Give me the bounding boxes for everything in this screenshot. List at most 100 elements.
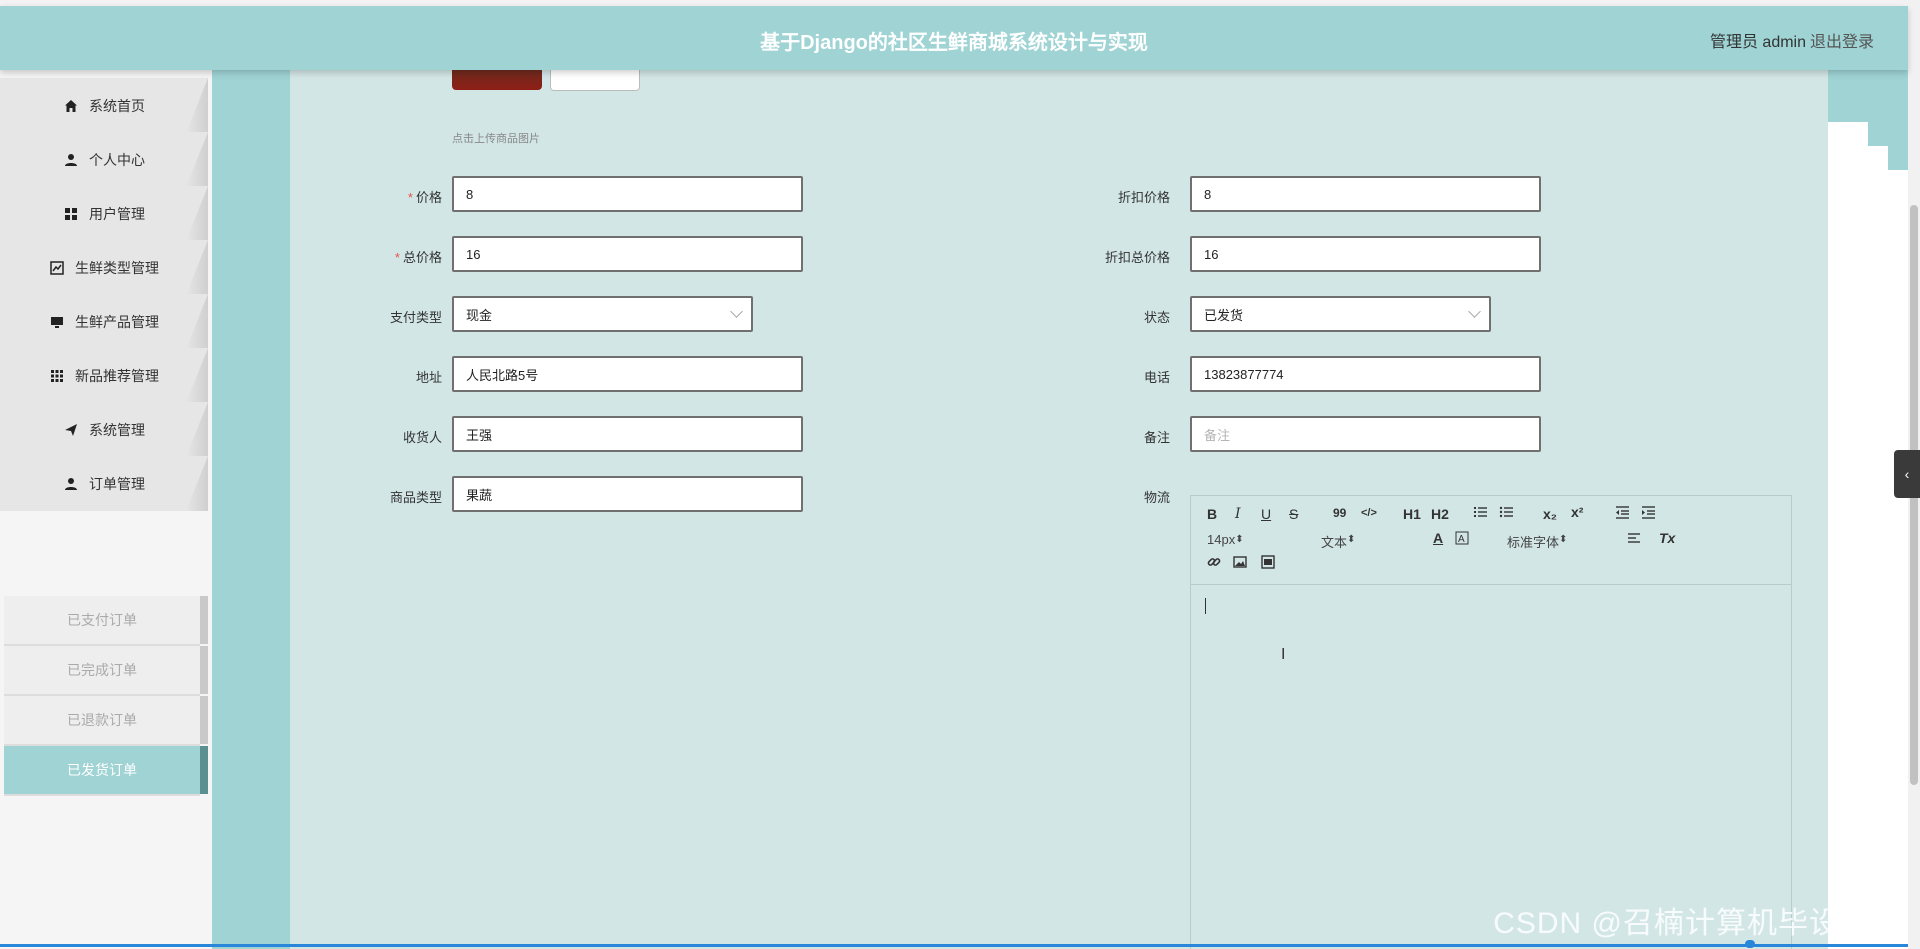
- product-image-thumbnail[interactable]: [452, 70, 542, 90]
- collapse-panel-button[interactable]: ‹: [1894, 450, 1920, 498]
- outdent-icon[interactable]: [1615, 505, 1629, 522]
- sidebar-item-fresh-type[interactable]: 生鲜类型管理: [0, 240, 208, 295]
- category-label: 商品类型: [389, 490, 442, 505]
- sidebar-subitem-paid[interactable]: 已支付订单: [4, 596, 208, 646]
- superscript-button[interactable]: x²: [1571, 504, 1583, 520]
- remark-input[interactable]: 备注: [1190, 416, 1541, 452]
- font-family-select[interactable]: 标准字体: [1507, 532, 1603, 551]
- sidebar-subitem-shipped[interactable]: 已发货订单: [4, 746, 208, 796]
- subscript-button[interactable]: x₂: [1543, 506, 1557, 522]
- monitor-icon: [49, 314, 65, 330]
- address-label: 地址: [415, 370, 442, 385]
- chart-icon: [49, 260, 65, 276]
- video-icon[interactable]: [1261, 555, 1275, 572]
- clear-format-button[interactable]: Tx: [1659, 530, 1675, 546]
- edge: [200, 746, 208, 794]
- discount-total-label: 折扣总价格: [1104, 250, 1170, 265]
- underline-button[interactable]: U: [1261, 506, 1271, 522]
- apps-icon: [49, 368, 65, 384]
- bottom-progress-line: [0, 944, 1908, 947]
- step-block: [1868, 122, 1908, 146]
- edge: [200, 646, 208, 694]
- link-icon[interactable]: [1207, 555, 1221, 572]
- sidebar-subitem-completed[interactable]: 已完成订单: [4, 646, 208, 696]
- edge: [200, 596, 208, 644]
- order-edit-form: 点击上传商品图片 * 价格 8 折扣价格 8 * 总价格 16 折扣总价格 16 支…: [290, 70, 1828, 949]
- font-size-select[interactable]: 14px: [1207, 532, 1295, 547]
- sidebar-item-users[interactable]: 用户管理: [0, 186, 208, 241]
- indent-icon[interactable]: [1641, 505, 1655, 522]
- phone-label: 电话: [1143, 370, 1170, 385]
- step-block: [1888, 146, 1908, 170]
- price-label-text: 价格: [415, 190, 442, 205]
- category-input[interactable]: 果蔬: [452, 476, 803, 512]
- sidebar-subitem-label: 已支付订单: [67, 612, 137, 628]
- receiver-input[interactable]: 王强: [452, 416, 803, 452]
- status-select[interactable]: 已发货: [1190, 296, 1491, 332]
- right-decorative-strip: [1828, 70, 1908, 949]
- sidebar: 系统首页 个人中心 用户管理 生鲜类型管理 生鲜产品管理 新品推荐管理 系统管理…: [0, 70, 212, 949]
- logistics-rich-editor[interactable]: B I U S 99 </> H1 H2 x₂ x² 14px 文本 A A 标…: [1190, 495, 1792, 949]
- logistics-label: 物流: [1143, 490, 1170, 505]
- strike-button[interactable]: S: [1289, 506, 1298, 522]
- status-label: 状态: [1143, 310, 1170, 325]
- sidebar-subitem-label: 已发货订单: [67, 762, 137, 778]
- h2-button[interactable]: H2: [1431, 506, 1449, 522]
- total-price-input[interactable]: 16: [452, 236, 803, 272]
- logout-link[interactable]: 退出登录: [1810, 28, 1874, 52]
- sidebar-item-new-recommend[interactable]: 新品推荐管理: [0, 348, 208, 403]
- receiver-label: 收货人: [402, 430, 442, 445]
- image-icon[interactable]: [1233, 555, 1247, 572]
- discount-price-label: 折扣价格: [1117, 190, 1170, 205]
- sidebar-item-system[interactable]: 系统管理: [0, 402, 208, 457]
- bold-button[interactable]: B: [1207, 506, 1217, 522]
- sidebar-item-label: 用户管理: [89, 205, 145, 222]
- price-input[interactable]: 8: [452, 176, 803, 212]
- sidebar-subitem-label: 已退款订单: [67, 712, 137, 728]
- sidebar-item-label: 个人中心: [89, 151, 145, 168]
- price-label: * 价格: [302, 187, 442, 206]
- discount-total-input[interactable]: 16: [1190, 236, 1541, 272]
- grid-icon: [63, 206, 79, 222]
- phone-input[interactable]: 13823877774: [1190, 356, 1541, 392]
- upload-hint: 点击上传商品图片: [452, 133, 540, 145]
- align-icon[interactable]: [1627, 531, 1641, 548]
- sidebar-item-label: 订单管理: [89, 475, 145, 492]
- h1-button[interactable]: H1: [1403, 506, 1421, 522]
- upload-button[interactable]: [550, 70, 640, 91]
- blockquote-button[interactable]: 99: [1333, 506, 1346, 520]
- required-mark: *: [394, 250, 400, 265]
- sidebar-item-orders[interactable]: 订单管理: [0, 456, 208, 511]
- pay-type-select[interactable]: 现金: [452, 296, 753, 332]
- sidebar-item-personal[interactable]: 个人中心: [0, 132, 208, 187]
- code-button[interactable]: </>: [1361, 507, 1377, 519]
- svg-text:A: A: [1458, 534, 1465, 545]
- person-icon: [63, 476, 79, 492]
- ordered-list-icon[interactable]: [1473, 505, 1487, 522]
- chevron-down-icon: [1468, 305, 1481, 318]
- sidebar-item-label: 系统首页: [89, 97, 145, 114]
- italic-button[interactable]: I: [1235, 506, 1241, 522]
- editor-toolbar: B I U S 99 </> H1 H2 x₂ x² 14px 文本 A A 标…: [1191, 496, 1791, 585]
- left-accent-strip: [212, 70, 290, 949]
- background-color-icon[interactable]: A: [1455, 531, 1469, 548]
- required-mark: *: [407, 190, 413, 205]
- sidebar-subitem-refunded[interactable]: 已退款订单: [4, 696, 208, 746]
- sidebar-item-fresh-product[interactable]: 生鲜产品管理: [0, 294, 208, 349]
- sidebar-item-label: 生鲜产品管理: [75, 313, 159, 330]
- person-icon: [63, 152, 79, 168]
- sidebar-item-label: 生鲜类型管理: [75, 259, 159, 276]
- pay-type-label: 支付类型: [389, 310, 442, 325]
- discount-price-input[interactable]: 8: [1190, 176, 1541, 212]
- home-icon: [63, 98, 79, 114]
- send-icon: [63, 422, 79, 438]
- heading-select[interactable]: 文本: [1321, 532, 1401, 551]
- sidebar-item-home[interactable]: 系统首页: [0, 78, 208, 133]
- sidebar-subitem-label: 已完成订单: [67, 662, 137, 678]
- font-color-icon[interactable]: A: [1433, 530, 1443, 546]
- address-input[interactable]: 人民北路5号: [452, 356, 803, 392]
- csdn-watermark: CSDN @召楠计算机毕设程序: [1493, 907, 1902, 940]
- bullet-list-icon[interactable]: [1499, 505, 1513, 522]
- text-caret: [1205, 598, 1206, 614]
- ibeam-cursor-icon: I: [1281, 646, 1286, 663]
